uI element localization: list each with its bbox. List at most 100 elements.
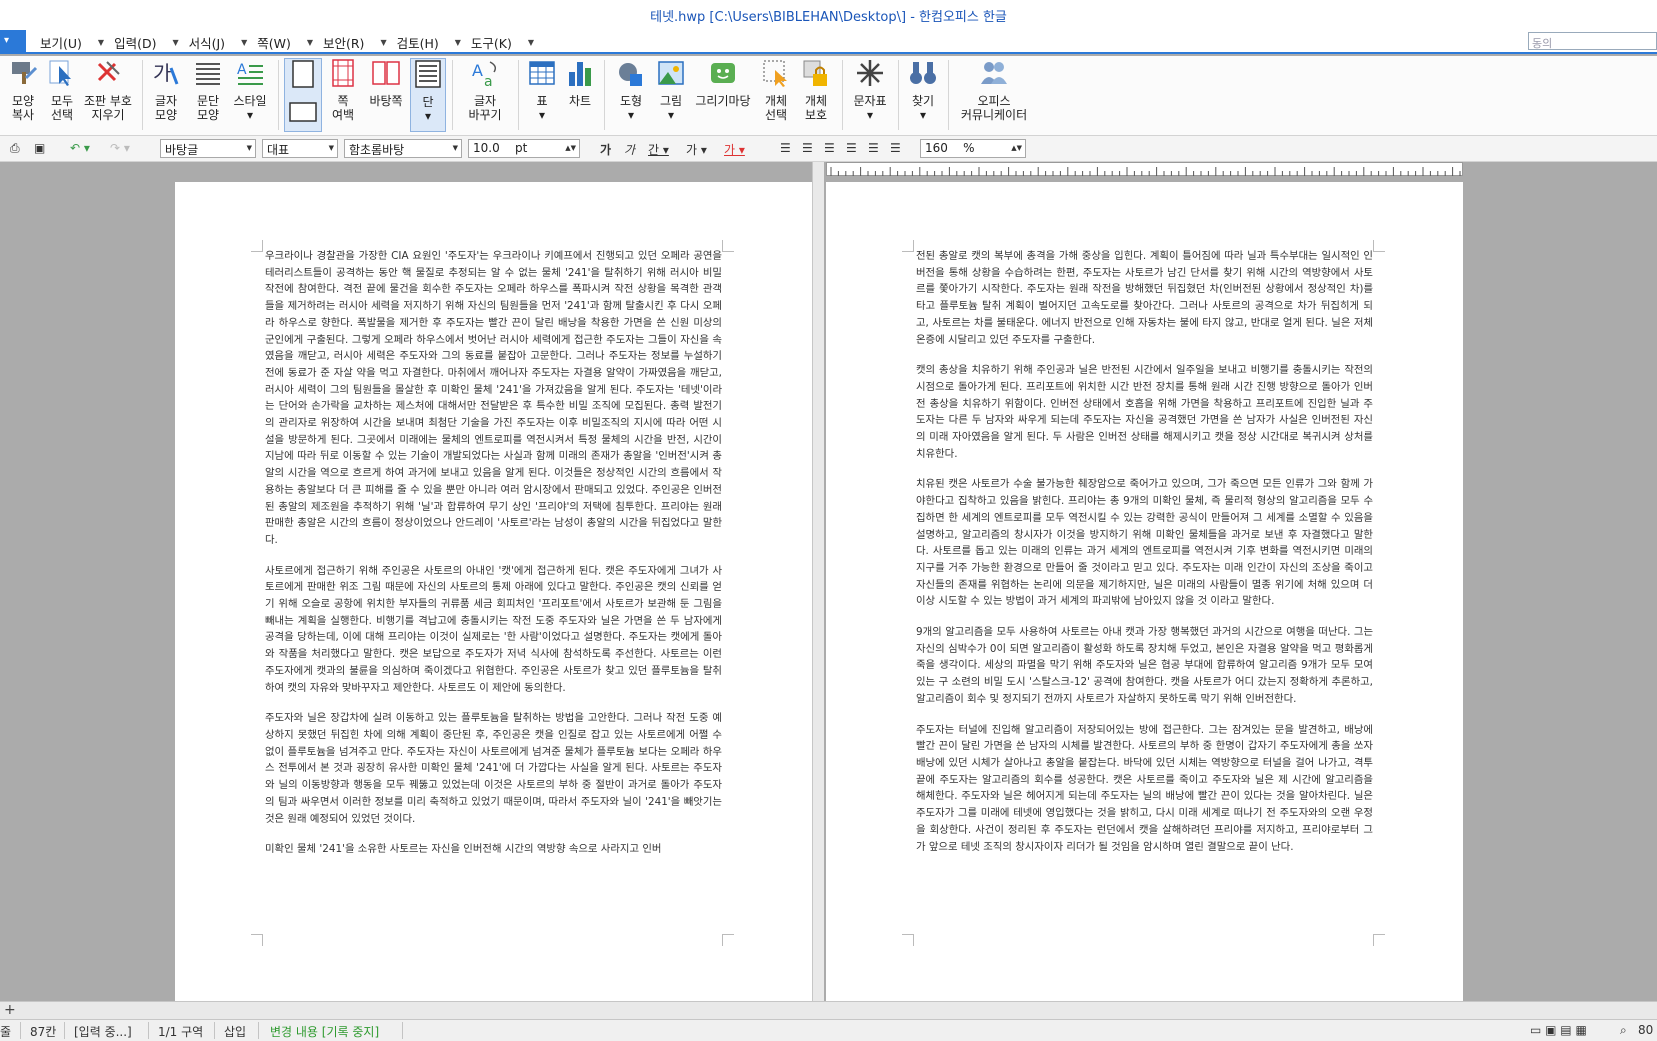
chevron-down-icon: ▼	[452, 144, 458, 152]
chevron-down-icon: ▼	[97, 38, 105, 47]
title-bar: 테넷.hwp [C:\Users\BIBLEHAN\Desktop\] - 한컴…	[0, 0, 1657, 30]
align-right-icon[interactable]: ☰	[846, 141, 857, 155]
style-button[interactable]: A 스타일 ▾	[230, 58, 270, 122]
view-mode-icons[interactable]: ▭ ▣ ▤ ▦	[1530, 1023, 1587, 1037]
align-left-icon[interactable]: ☰	[802, 141, 813, 155]
char-shape-icon: 가	[153, 61, 179, 85]
ribbon-separator	[518, 60, 519, 130]
shape-icon	[619, 63, 642, 86]
crop-mark	[251, 934, 263, 946]
horizontal-scrollbar[interactable]: +	[0, 1001, 1657, 1019]
object-select-button[interactable]: 개체 선택	[760, 58, 792, 122]
table-button[interactable]: 표 ▾	[526, 58, 558, 122]
ribbon-separator	[278, 60, 279, 130]
chevron-down-icon: ▼	[527, 38, 535, 47]
table-icon	[529, 61, 555, 85]
align-justify-icon[interactable]: ☰	[780, 141, 791, 155]
align-center-icon[interactable]: ☰	[824, 141, 835, 155]
zoom-value[interactable]: 80	[1638, 1023, 1653, 1037]
paragraph: 주도자는 터널에 진입해 알고리즘이 저장되어있는 방에 접근한다. 그는 잠겨…	[916, 723, 1373, 853]
left-page-text[interactable]: 우크라이나 경찰관을 가장한 CIA 요원인 '주도자'는 우크라이나 키예프에…	[265, 248, 722, 872]
symbols-icon	[857, 60, 883, 86]
drawing-market-icon	[711, 63, 735, 83]
menu-page[interactable]: 쪽(W) ▼	[255, 33, 321, 52]
page-layout-button[interactable]	[284, 58, 322, 132]
preview-icon[interactable]: ▣	[34, 141, 45, 155]
paragraph: 우크라이나 경찰관을 가장한 CIA 요원인 '주도자'는 우크라이나 키예프에…	[265, 250, 722, 546]
char-shape-button[interactable]: 가 글자 모양	[148, 58, 184, 122]
svg-text:A: A	[472, 61, 483, 80]
right-page-text[interactable]: 전된 총알로 캣의 복부에 총격을 가해 중상을 입힌다. 계획이 틀어짐에 따…	[916, 248, 1373, 869]
paragraph: 9개의 알고리즘을 모두 사용하여 사토르는 아내 캣과 가장 행복했던 과거의…	[916, 626, 1373, 705]
language-combo[interactable]: 대표 ▼	[262, 139, 338, 158]
crop-mark	[902, 240, 914, 252]
replace-chars-button[interactable]: Aa 글자 바꾸기	[460, 58, 510, 122]
ribbon-separator	[948, 60, 949, 130]
align-distribute-icon[interactable]: ☰	[868, 141, 879, 155]
undo-icon[interactable]: ↶ ▾	[70, 141, 90, 155]
strikethrough-button[interactable]: 가 ▾	[686, 141, 707, 158]
clear-format-button[interactable]: 조판 부호 지우기	[80, 58, 136, 122]
underline-button[interactable]: 간 ▾	[648, 141, 669, 158]
crop-mark	[1373, 240, 1385, 252]
menu-format[interactable]: 서식(J) ▼	[187, 33, 256, 52]
crop-mark	[1373, 934, 1385, 946]
print-icon[interactable]: ⎙	[10, 141, 20, 156]
paragraph: 사토르에게 접근하기 위해 주인공은 사토르의 아내인 '캣'에게 접근하게 된…	[265, 564, 722, 694]
left-page[interactable]: 우크라이나 경찰관을 가장한 CIA 요원인 '주도자'는 우크라이나 키예프에…	[175, 182, 812, 1001]
style-combo[interactable]: 바탕글 ▼	[160, 139, 256, 158]
select-all-button[interactable]: 모두 선택	[46, 58, 78, 122]
bold-button[interactable]: 가	[600, 141, 611, 158]
style-icon: A	[237, 62, 263, 85]
line-spacing-stepper[interactable]: 160 % ▲▼	[920, 139, 1026, 158]
horizontal-ruler[interactable]	[826, 162, 1463, 176]
menu-bar: ▾ 보기(U) ▼ 입력(D) ▼ 서식(J) ▼ 쪽(W) ▼ 보안(R) ▼ 검토(H…	[0, 30, 1657, 54]
clear-format-icon	[97, 61, 120, 82]
status-mode[interactable]: [입력 중...]	[74, 1023, 132, 1040]
zoom-icon[interactable]: ⌕	[1620, 1023, 1627, 1038]
page-landscape-icon	[289, 102, 317, 122]
paragraph: 주도자와 닐은 장갑차에 실려 이동하고 있는 플루토늄을 탈취하는 방법을 고…	[265, 712, 722, 825]
shape-button[interactable]: 도형 ▾	[612, 58, 650, 122]
vertical-scrollbar[interactable]	[812, 162, 824, 1001]
status-insert[interactable]: 삽입	[224, 1023, 246, 1040]
menu-review[interactable]: 검토(H) ▼	[395, 33, 469, 52]
chevron-down-icon: ▼	[246, 144, 252, 152]
chevron-down-icon: ▼	[241, 38, 248, 47]
picture-icon	[658, 61, 684, 85]
page-margin-button[interactable]: 쪽 여백	[326, 58, 360, 122]
align-divide-icon[interactable]: ☰	[890, 141, 901, 155]
menu-security[interactable]: 보안(R) ▼	[321, 33, 395, 52]
object-protect-button[interactable]: 개체 보호	[798, 58, 834, 122]
file-menu-button[interactable]: ▾	[0, 30, 26, 52]
redo-icon[interactable]: ↷ ▾	[110, 141, 130, 155]
status-track-changes[interactable]: 변경 내용 [기록 중지]	[270, 1023, 379, 1040]
picture-button[interactable]: 그림 ▾	[654, 58, 688, 122]
replace-chars-icon: Aa	[472, 61, 497, 90]
drawing-market-button[interactable]: 그리기마당	[692, 58, 754, 108]
font-size-stepper[interactable]: 10.0 pt ▲▼	[468, 139, 580, 158]
menu-insert[interactable]: 입력(D) ▼	[112, 33, 187, 52]
para-shape-button[interactable]: 문단 모양	[190, 58, 226, 122]
menu-tools[interactable]: 도구(K) ▼	[469, 33, 542, 52]
chevron-down-icon: ▼	[380, 38, 387, 47]
font-combo[interactable]: 함초롬바탕 ▼	[344, 139, 462, 158]
add-icon[interactable]: +	[4, 1002, 16, 1018]
para-shape-icon	[196, 63, 220, 85]
symbols-button[interactable]: 문자표 ▾	[850, 58, 890, 122]
italic-button[interactable]: 가	[624, 141, 635, 158]
search-input[interactable]: 동의	[1528, 32, 1657, 50]
font-color-button[interactable]: 가 ▾	[724, 141, 745, 158]
find-button[interactable]: 찾기 ▾	[906, 58, 940, 122]
shape-copy-button[interactable]: 모양 복사	[6, 58, 40, 122]
status-bar: 줄 87칸 [입력 중...] 1/1 구역 삽입 변경 내용 [기록 중지] …	[0, 1019, 1657, 1041]
office-communicator-button[interactable]: 오피스 커뮤니케이터	[956, 58, 1032, 122]
right-page[interactable]: 전된 총알로 캣의 복부에 총격을 가해 중상을 입힌다. 계획이 틀어짐에 따…	[826, 182, 1463, 1001]
columns-button[interactable]: 단 ▾	[410, 58, 446, 132]
menu-view[interactable]: 보기(U) ▼	[38, 33, 112, 52]
svg-text:A: A	[237, 62, 247, 78]
paragraph: 미확인 물체 '241'을 소유한 사토르는 자신을 인버전해 시간의 역방향 …	[265, 843, 662, 856]
chart-button[interactable]: 차트	[564, 58, 596, 108]
columns-icon	[415, 60, 441, 88]
background-page-button[interactable]: 바탕쪽	[366, 58, 406, 108]
